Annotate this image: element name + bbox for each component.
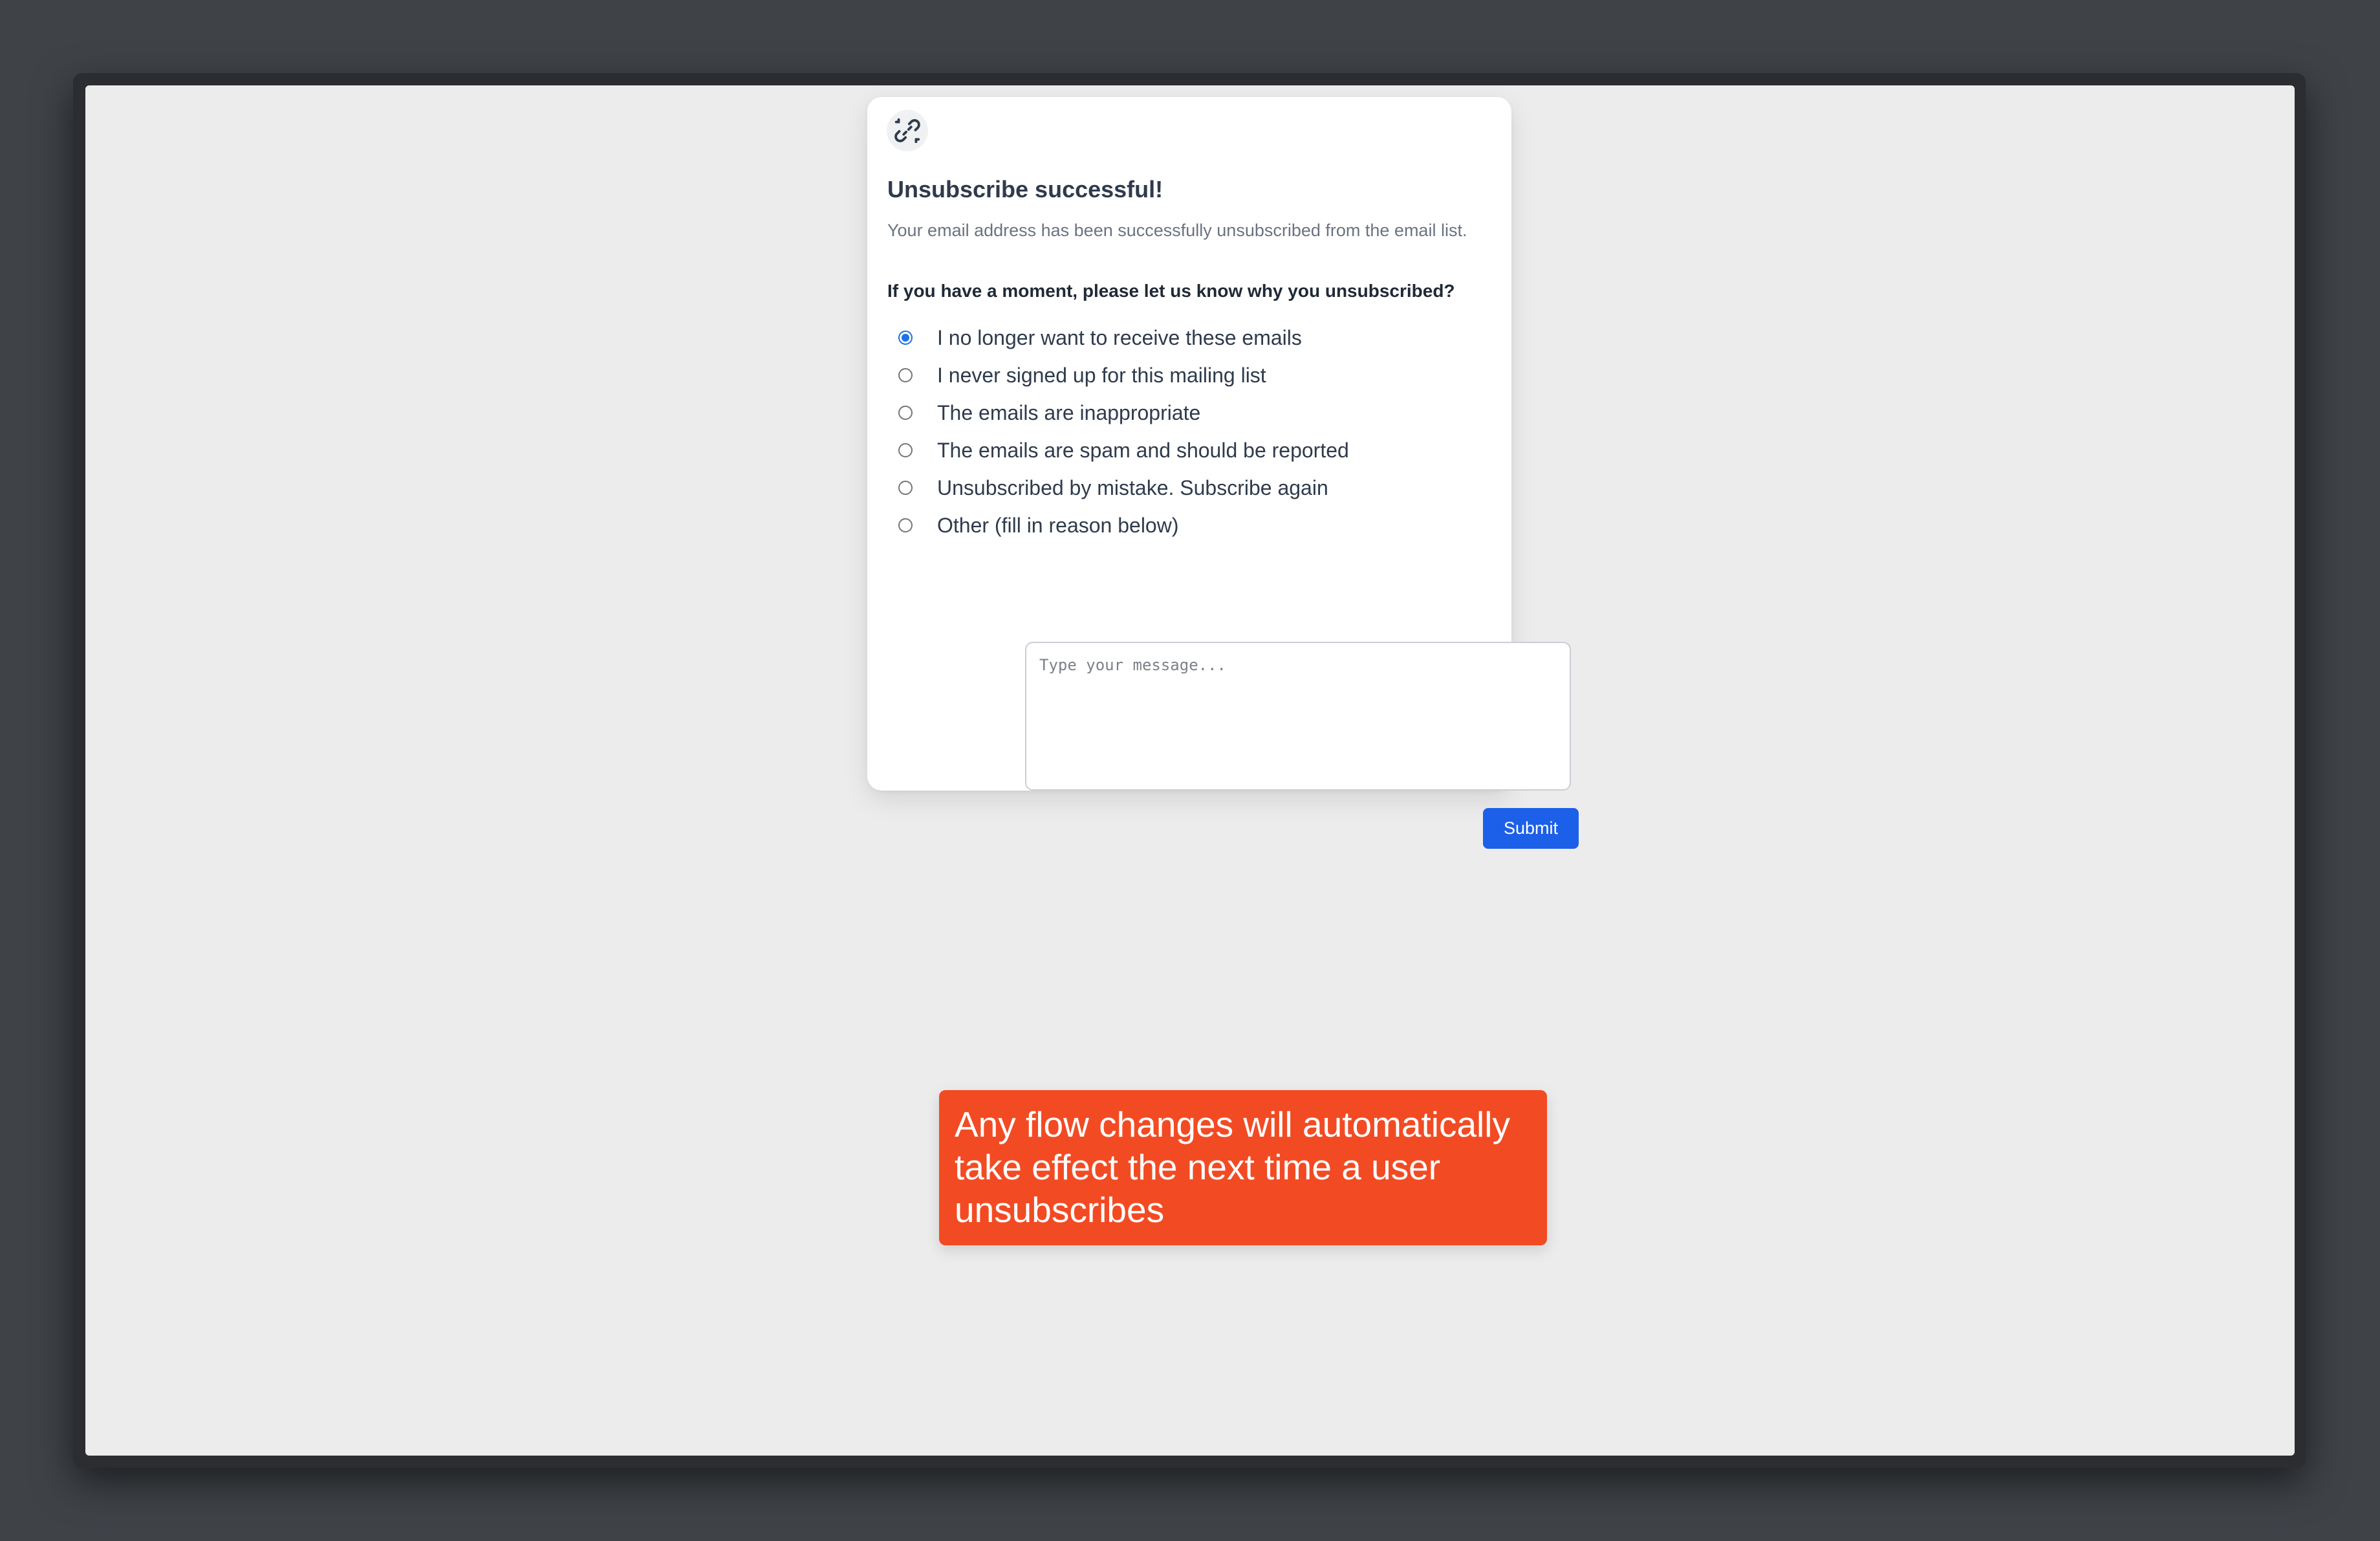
reason-option-inappropriate[interactable]: The emails are inappropriate xyxy=(898,399,1200,427)
banner-text: Any flow changes will automatically take… xyxy=(955,1104,1510,1230)
reason-option-spam[interactable]: The emails are spam and should be report… xyxy=(898,436,1349,464)
radio-button[interactable] xyxy=(898,368,913,382)
radio-button[interactable] xyxy=(898,481,913,495)
radio-button[interactable] xyxy=(898,406,913,420)
reason-question: If you have a moment, please let us know… xyxy=(887,281,1455,301)
reason-option-never-signed-up[interactable]: I never signed up for this mailing list xyxy=(898,361,1266,389)
reason-option-label: I never signed up for this mailing list xyxy=(937,363,1266,387)
reason-option-label: Unsubscribed by mistake. Subscribe again xyxy=(937,475,1328,499)
radio-button[interactable] xyxy=(898,331,913,345)
submit-button[interactable]: Submit xyxy=(1483,808,1579,849)
broken-link-icon xyxy=(887,110,928,151)
reason-option-label: The emails are inappropriate xyxy=(937,400,1201,424)
radio-button[interactable] xyxy=(898,443,913,457)
reason-option-label: Other (fill in reason below) xyxy=(937,513,1179,537)
reason-option-other[interactable]: Other (fill in reason below) xyxy=(898,511,1178,540)
page-viewport: Unsubscribe successful! Your email addre… xyxy=(85,85,2295,1456)
reason-message-input[interactable] xyxy=(1025,642,1571,791)
reason-option-mistake[interactable]: Unsubscribed by mistake. Subscribe again xyxy=(898,474,1328,502)
radio-button[interactable] xyxy=(898,518,913,532)
reason-option-label: The emails are spam and should be report… xyxy=(937,438,1349,462)
unsubscribe-description: Your email address has been successfully… xyxy=(887,221,1467,240)
page-title: Unsubscribe successful! xyxy=(887,176,1163,202)
reason-option-label: I no longer want to receive these emails xyxy=(937,325,1302,349)
flow-changes-banner: Any flow changes will automatically take… xyxy=(939,1090,1547,1245)
reason-option-no-longer-want[interactable]: I no longer want to receive these emails xyxy=(898,323,1302,352)
